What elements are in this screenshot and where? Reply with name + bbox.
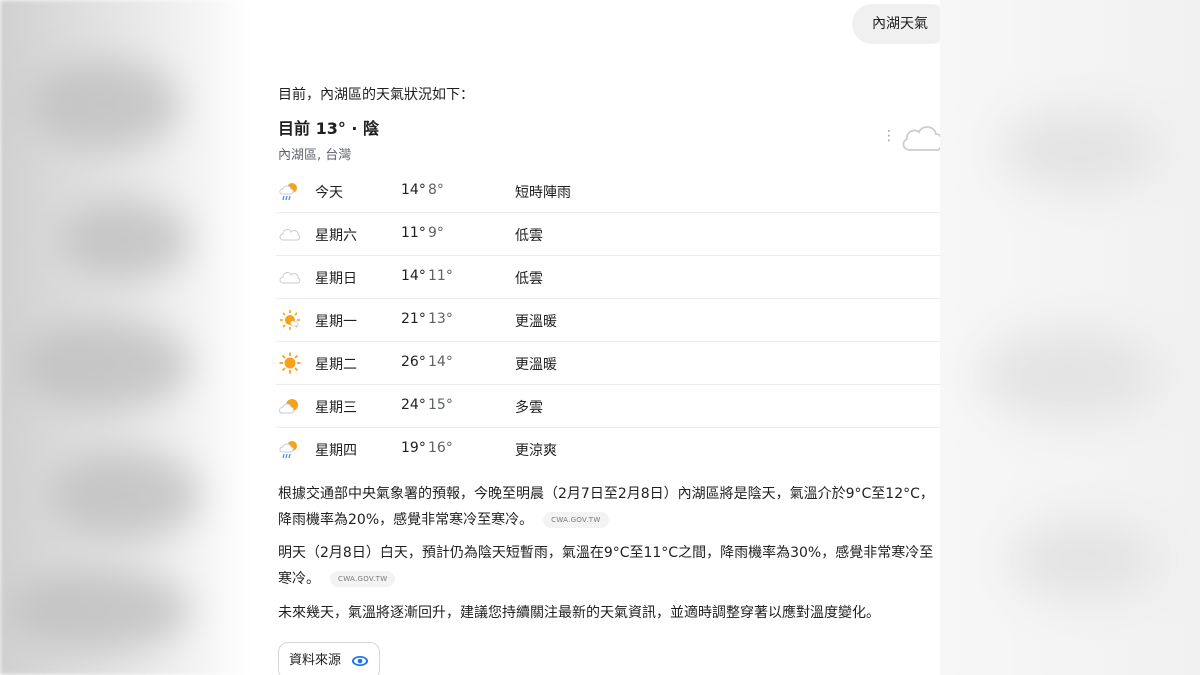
source-chip[interactable]: CWA.GOV.TW bbox=[543, 512, 609, 528]
forecast-low: 13° bbox=[428, 311, 453, 327]
forecast-low: 11° bbox=[428, 268, 453, 284]
forecast-row: 星期四 19° 16° 更涼爽 bbox=[276, 428, 940, 470]
forecast-condition: 低雲 bbox=[515, 228, 543, 244]
forecast-high: 14° bbox=[401, 182, 426, 198]
forecast-condition: 更溫暖 bbox=[515, 314, 557, 330]
forecast-day: 星期六 bbox=[315, 228, 357, 244]
location-label: 內湖區, 台灣 bbox=[278, 148, 352, 163]
sources-button-label: 資料來源 bbox=[289, 653, 342, 668]
forecast-table: 今天 14° 8° 短時陣雨 星期六 11° 9° 低雲 星期日 14° 11° 低雲 星期一 21° 13… bbox=[276, 170, 940, 470]
chat-panel: 內湖天氣 目前，內湖區的天氣狀況如下： 目前 13° · 陰 內湖區, 台灣 ⋮… bbox=[276, 0, 940, 675]
forecast-row: 星期日 14° 11° 低雲 bbox=[276, 256, 940, 299]
forecast-high: 19° bbox=[401, 440, 426, 456]
forecast-high: 14° bbox=[401, 268, 426, 284]
forecast-paragraph-tonight: 根據交通部中央氣象署的預報，今晚至明晨（2月7日至2月8日）內湖區將是陰天，氣溫… bbox=[278, 481, 938, 533]
current-weather-title: 目前 13° · 陰 bbox=[278, 119, 380, 138]
forecast-paragraph-tomorrow: 明天（2月8日）白天，預計仍為陰天短暫雨，氣溫在9°C至11°C之間，降雨機率為… bbox=[278, 540, 938, 592]
source-chip[interactable]: CWA.GOV.TW bbox=[330, 571, 396, 587]
blurred-background-left bbox=[0, 0, 250, 675]
forecast-condition: 短時陣雨 bbox=[515, 185, 571, 201]
sources-button[interactable]: 資料來源 bbox=[278, 642, 381, 675]
forecast-row: 星期六 11° 9° 低雲 bbox=[276, 213, 940, 256]
forecast-low: 14° bbox=[428, 354, 453, 370]
forecast-high: 11° bbox=[401, 225, 426, 241]
forecast-low: 9° bbox=[428, 225, 444, 241]
forecast-day: 星期一 bbox=[315, 314, 357, 330]
forecast-day: 星期二 bbox=[315, 357, 357, 373]
blurred-background-right bbox=[940, 0, 1200, 675]
forecast-low: 16° bbox=[428, 440, 453, 456]
sun-icon bbox=[278, 351, 302, 375]
forecast-condition: 多雲 bbox=[515, 400, 543, 416]
forecast-condition: 更涼爽 bbox=[515, 443, 557, 459]
forecast-day: 今天 bbox=[315, 185, 343, 201]
partly-cloudy-icon bbox=[278, 394, 302, 418]
sun-rain-icon bbox=[278, 179, 302, 203]
current-cloud-icon bbox=[902, 126, 940, 151]
sun-rain-icon bbox=[278, 437, 302, 461]
forecast-condition: 低雲 bbox=[515, 271, 543, 287]
more-options-icon[interactable]: ⋮ bbox=[882, 128, 896, 144]
sun-haze-icon bbox=[278, 308, 302, 332]
forecast-row: 星期三 24° 15° 多雲 bbox=[276, 385, 940, 428]
forecast-low: 15° bbox=[428, 397, 453, 413]
forecast-paragraph-outlook: 未來幾天，氣溫將逐漸回升，建議您持續關注最新的天氣資訊，並適時調整穿著以應對溫度… bbox=[278, 605, 880, 621]
forecast-day: 星期日 bbox=[315, 271, 357, 287]
forecast-high: 24° bbox=[401, 397, 426, 413]
forecast-day: 星期四 bbox=[315, 443, 357, 459]
forecast-low: 8° bbox=[428, 182, 444, 198]
user-message-bubble: 內湖天氣 bbox=[852, 4, 940, 44]
forecast-high: 26° bbox=[401, 354, 426, 370]
eye-icon bbox=[352, 655, 369, 666]
forecast-row: 星期二 26° 14° 更溫暖 bbox=[276, 342, 940, 385]
forecast-row: 星期一 21° 13° 更溫暖 bbox=[276, 299, 940, 342]
forecast-row: 今天 14° 8° 短時陣雨 bbox=[276, 170, 940, 213]
forecast-condition: 更溫暖 bbox=[515, 357, 557, 373]
cloud-icon bbox=[278, 222, 302, 246]
forecast-day: 星期三 bbox=[315, 400, 357, 416]
forecast-high: 21° bbox=[401, 311, 426, 327]
response-intro: 目前，內湖區的天氣狀況如下： bbox=[278, 87, 474, 103]
cloud-icon bbox=[278, 265, 302, 289]
